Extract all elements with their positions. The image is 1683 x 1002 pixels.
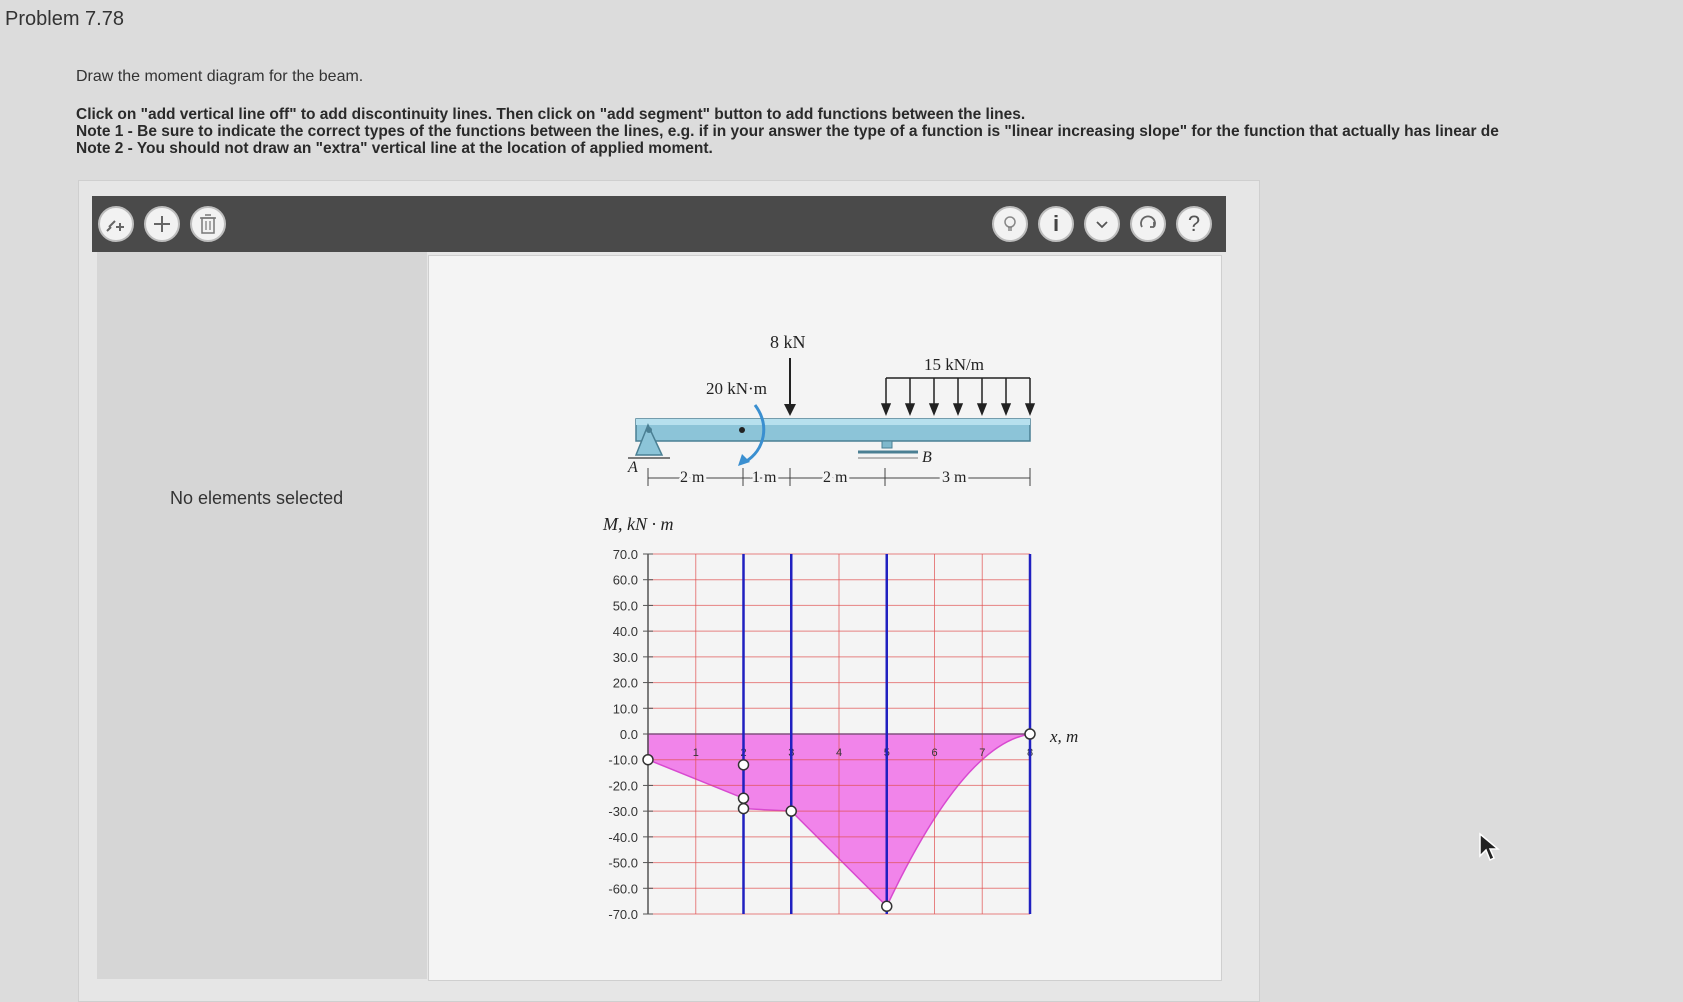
y-tick-label: 70.0 [613,547,638,562]
segment-endpoint [1024,728,1036,740]
y-tick-label: -40.0 [608,830,638,845]
y-tick-label: -70.0 [608,907,638,922]
moment-diagram-chart[interactable]: M, kN · m x, m 70.060.050.040.030.020.01… [0,0,1683,979]
x-tick-label: 4 [836,747,842,759]
segment-endpoint [737,802,750,815]
y-tick-label: 30.0 [613,650,638,665]
x-tick-label: 1 [693,747,699,759]
y-tick-label: 0.0 [620,727,638,742]
x-tick-label: 7 [979,747,985,759]
x-axis-label: x, m [1049,727,1078,746]
y-tick-label: 40.0 [613,624,638,639]
segment-endpoint [785,805,797,817]
y-tick-label: 60.0 [613,573,638,588]
y-tick-label: -60.0 [608,881,638,896]
y-tick-label: 50.0 [613,598,638,613]
y-axis-label: M, kN · m [602,514,674,534]
y-tick-label: -20.0 [608,778,638,793]
y-tick-label: -10.0 [608,753,638,768]
y-tick-label: -50.0 [608,856,638,871]
segment-endpoint [642,753,654,766]
segment-endpoint [737,792,750,805]
mouse-cursor-icon [1479,832,1500,862]
y-tick-label: 10.0 [613,701,638,716]
y-tick-label: -30.0 [608,804,638,819]
y-tick-label: 20.0 [613,676,638,691]
segment-endpoint [737,759,750,771]
x-tick-label: 6 [931,747,937,759]
segment-endpoint [881,900,893,913]
